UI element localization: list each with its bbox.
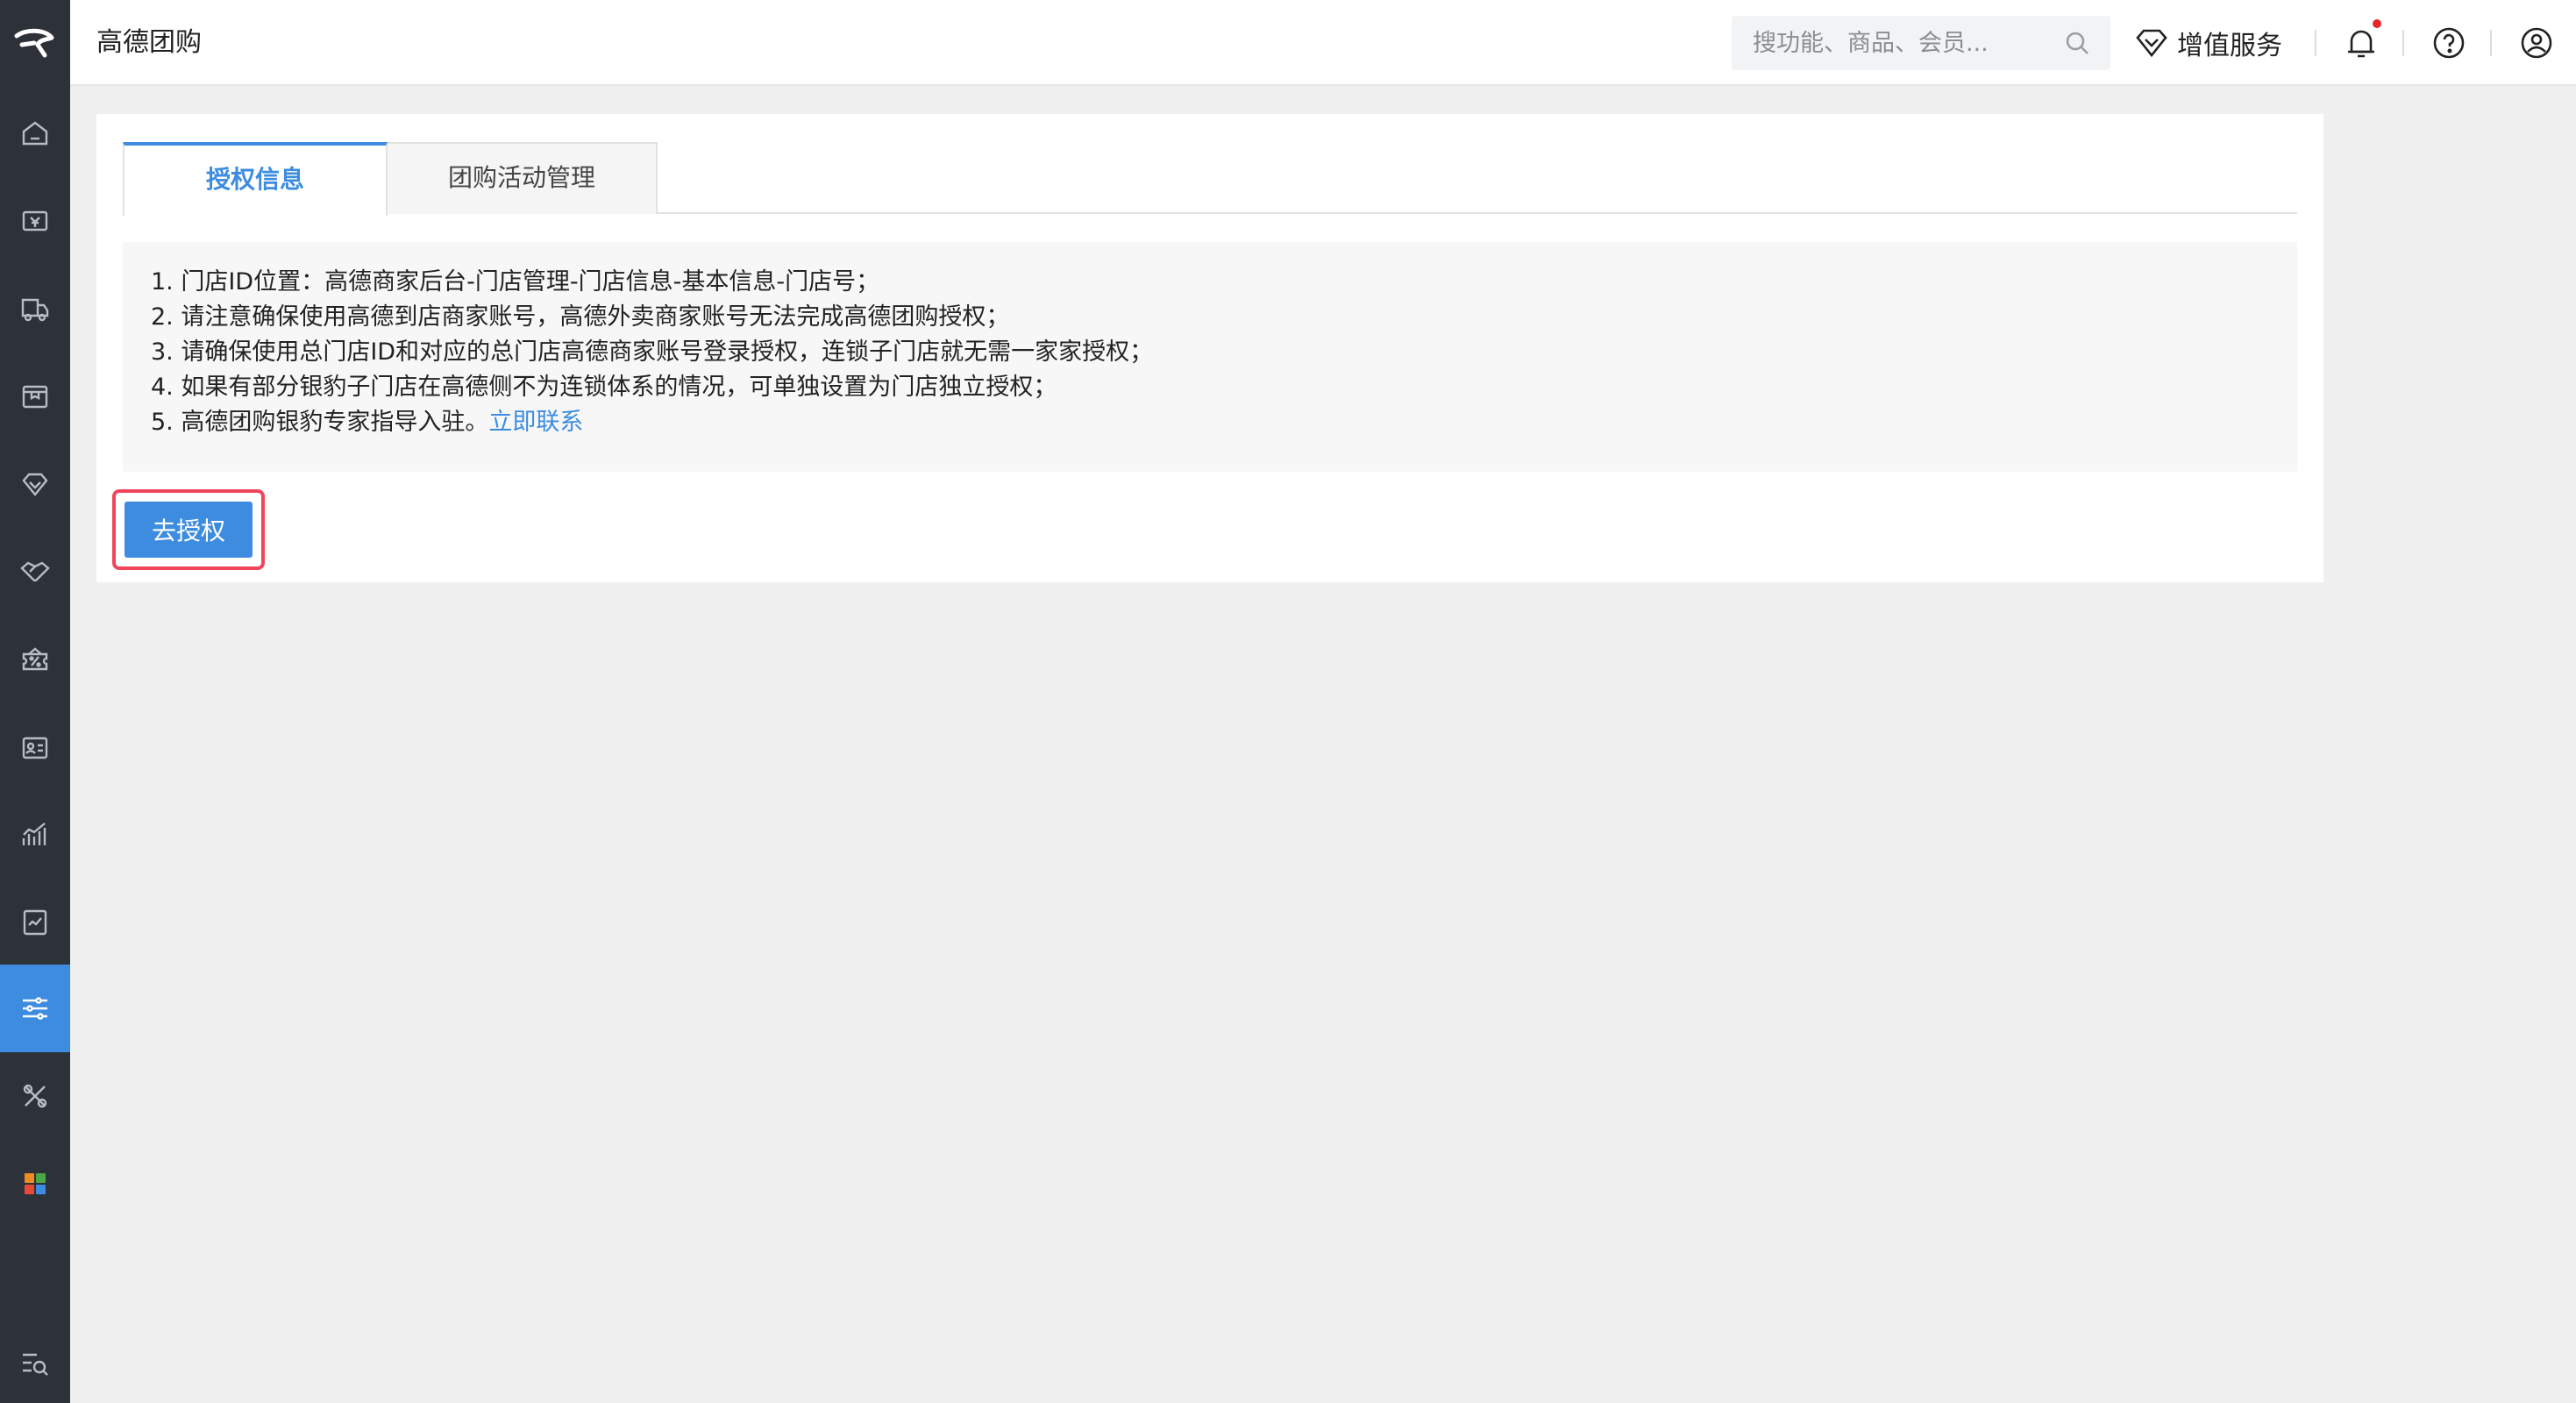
sidebar-item-promotions[interactable] (0, 616, 70, 703)
top-header: 高德团购 增值服务 (70, 0, 2576, 86)
sidebar-item-settings[interactable] (0, 965, 70, 1052)
notice-line: 4. 如果有部分银豹子门店在高德侧不为连锁体系的情况，可单独设置为门店独立授权； (151, 374, 1057, 401)
user-account-icon[interactable] (2518, 25, 2555, 61)
diamond-icon (2136, 29, 2167, 58)
sidebar-item-tools[interactable] (0, 1052, 70, 1140)
page-title: 高德团购 (96, 27, 202, 58)
notification-dot (2373, 19, 2381, 28)
notice-line-contact: 5. 高德团购银豹专家指导入驻。立即联系 (151, 405, 2269, 440)
settings-sliders-icon (23, 997, 47, 1020)
main-card: 授权信息 团购活动管理 1. 门店ID位置：高德商家后台-门店管理-门店信息-基… (96, 114, 2323, 582)
sidebar-item-employees[interactable] (0, 703, 70, 791)
sidebar-item-delivery[interactable] (0, 265, 70, 353)
notice-line: 2. 请注意确保使用高德到店商家账号，高德外卖商家账号无法完成高德团购授权； (151, 303, 1010, 331)
notice-line: 5. 高德团购银豹专家指导入驻。 (151, 409, 489, 436)
report-chart-icon (22, 823, 46, 845)
header-divider (2402, 30, 2404, 56)
document-check-icon (23, 909, 47, 936)
sidebar-menu-search[interactable] (0, 1324, 70, 1403)
app-logo-icon[interactable] (0, 0, 70, 86)
sidebar-item-partners[interactable] (0, 528, 70, 616)
value-added-services-label: 增值服务 (2177, 31, 2282, 61)
authorization-notice: 1. 门店ID位置：高德商家后台-门店管理-门店信息-基本信息-门店号； 2. … (123, 242, 2297, 472)
sidebar-item-products[interactable] (0, 353, 70, 440)
home-icon (22, 121, 48, 146)
sidebar-item-cashier[interactable] (0, 177, 70, 265)
promotion-ticket-icon (22, 647, 48, 671)
tab-bar: 授权信息 团购活动管理 (123, 142, 2297, 216)
notice-line: 3. 请确保使用总门店ID和对应的总门店高德商家账号登录授权，连锁子门店就无需一… (151, 338, 1154, 366)
tab-groupbuy-activity-management[interactable]: 团购活动管理 (388, 142, 658, 214)
notification-bell-icon[interactable] (2343, 25, 2380, 61)
notice-line: 1. 门店ID位置：高德商家后台-门店管理-门店信息-基本信息-门店号； (151, 268, 880, 296)
search-input[interactable] (1753, 16, 2051, 70)
sidebar-item-reports[interactable] (0, 791, 70, 879)
header-divider (2315, 30, 2316, 56)
sidebar-item-apps[interactable] (0, 1140, 70, 1228)
tab-authorization-info[interactable]: 授权信息 (123, 142, 388, 216)
sidebar-item-members[interactable] (0, 440, 70, 528)
sidebar-item-home[interactable] (0, 89, 70, 177)
sidebar-item-documents[interactable] (0, 879, 70, 966)
product-box-icon (22, 385, 48, 409)
sidebar (0, 0, 70, 1403)
apps-grid-icon (25, 1173, 46, 1194)
contact-now-link[interactable]: 立即联系 (488, 409, 583, 436)
authorize-highlight: 去授权 (112, 489, 265, 570)
tools-icon (23, 1084, 47, 1108)
member-diamond-icon (22, 473, 48, 496)
handshake-icon (20, 561, 50, 582)
search-box[interactable] (1732, 16, 2110, 70)
help-icon[interactable] (2430, 25, 2467, 61)
cash-register-icon (22, 210, 48, 231)
search-icon[interactable] (2063, 29, 2091, 57)
authorize-button[interactable]: 去授权 (125, 502, 253, 558)
header-divider (2490, 30, 2492, 56)
employee-card-icon (22, 737, 48, 759)
value-added-services-button[interactable]: 增值服务 (2135, 16, 2282, 70)
delivery-truck-icon (21, 298, 49, 322)
menu-search-icon (23, 1353, 48, 1376)
